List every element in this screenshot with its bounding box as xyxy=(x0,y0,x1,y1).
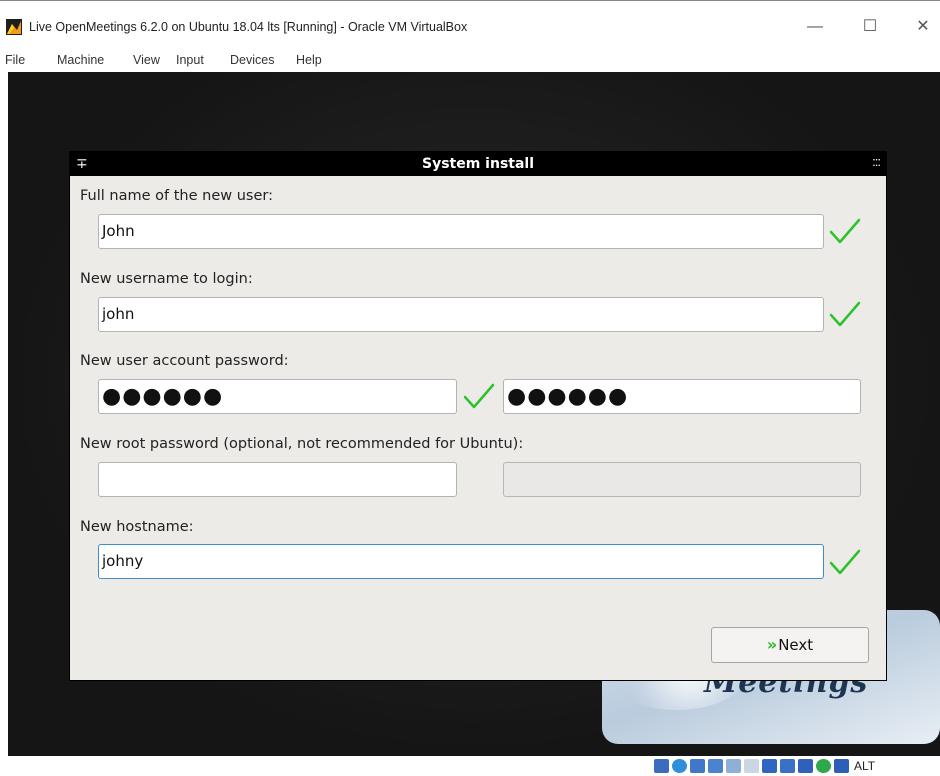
shared-folders-icon[interactable] xyxy=(744,759,759,773)
dialog-titlebar[interactable]: ∓ System install ::: xyxy=(70,152,886,176)
menu-machine[interactable]: Machine xyxy=(57,53,104,67)
menu-devices[interactable]: Devices xyxy=(230,53,274,67)
checkmark-icon xyxy=(829,301,861,327)
arrow-down-icon[interactable] xyxy=(834,759,849,773)
window-menu-icon[interactable]: ::: xyxy=(872,154,881,169)
password-confirm-input[interactable]: ●●●●●● xyxy=(503,379,861,414)
hostname-input[interactable]: johny xyxy=(98,544,824,579)
root-password-confirm-input xyxy=(503,462,861,497)
dialog-title: System install xyxy=(421,156,535,172)
audio-icon[interactable] xyxy=(690,759,705,773)
double-chevron-right-icon: » xyxy=(766,635,778,654)
hard-disk-icon[interactable] xyxy=(654,759,669,773)
close-icon[interactable]: ✕ xyxy=(908,14,938,40)
checkmark-icon xyxy=(463,383,495,409)
checkmark-icon xyxy=(829,218,861,244)
minimize-icon[interactable]: — xyxy=(800,14,830,40)
username-input[interactable]: john xyxy=(98,297,824,332)
root-password-input[interactable] xyxy=(98,462,457,497)
full-name-label: Full name of the new user: xyxy=(80,188,273,204)
hostname-label: New hostname: xyxy=(80,519,194,535)
full-name-input[interactable]: John xyxy=(98,214,824,249)
root-password-label: New root password (optional, not recomme… xyxy=(80,436,524,452)
optical-drive-icon[interactable] xyxy=(672,759,687,773)
mouse-integration-icon[interactable] xyxy=(816,759,831,773)
password-label: New user account password: xyxy=(80,353,289,369)
usb-icon[interactable] xyxy=(726,759,741,773)
next-button[interactable]: » Next xyxy=(711,627,869,663)
virtualbox-app-icon xyxy=(6,19,22,35)
checkmark-icon xyxy=(829,549,861,575)
menu-view[interactable]: View xyxy=(133,53,160,67)
next-button-label: Next xyxy=(778,636,814,654)
statusbar: ALT xyxy=(0,756,940,776)
password-input[interactable]: ●●●●●● xyxy=(98,379,457,414)
cpu-icon[interactable] xyxy=(798,759,813,773)
username-label: New username to login: xyxy=(80,271,253,287)
menu-file[interactable]: File xyxy=(5,53,25,67)
menu-help[interactable]: Help xyxy=(296,53,322,67)
host-key-label: ALT xyxy=(854,759,876,773)
status-tray: ALT xyxy=(654,759,875,773)
system-install-dialog: ∓ System install ::: Full name of the ne… xyxy=(69,151,887,681)
menu-input[interactable]: Input xyxy=(176,53,204,67)
display-icon[interactable] xyxy=(762,759,777,773)
window-titlebar: Live OpenMeetings 6.2.0 on Ubuntu 18.04 … xyxy=(0,0,940,44)
network-icon[interactable] xyxy=(708,759,723,773)
menu-bar: File Machine View Input Devices Help xyxy=(0,44,940,72)
window-title: Live OpenMeetings 6.2.0 on Ubuntu 18.04 … xyxy=(29,20,468,34)
video-capture-icon[interactable] xyxy=(780,759,795,773)
maximize-icon[interactable]: ☐ xyxy=(855,14,885,40)
window-top-border xyxy=(0,0,940,1)
